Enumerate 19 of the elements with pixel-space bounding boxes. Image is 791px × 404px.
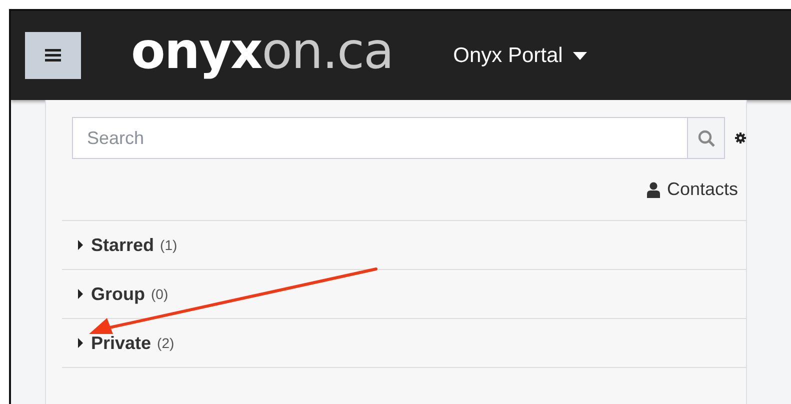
group-count: (2) [157,335,174,351]
search-field[interactable]: Search [72,117,687,159]
caret-icon [572,52,587,60]
search-button[interactable] [687,117,725,159]
person-icon [646,182,660,198]
group-count: (0) [151,286,168,302]
portal-dropdown[interactable]: Onyx Portal [453,44,587,68]
group-label: Group [91,284,145,304]
logo: onyxon.ca [131,22,394,80]
menu-icon [45,49,61,62]
search-icon [698,130,714,146]
group-count: (1) [160,237,178,253]
group-label: Starred [91,234,154,256]
group-row[interactable]: Group (0) [62,270,746,319]
contacts-link[interactable]: Contacts [646,179,738,200]
menu-button[interactable] [25,32,81,79]
group-row[interactable]: Starred (1) [62,221,746,270]
group-label: Private [91,332,152,354]
settings-icon[interactable] [735,130,746,146]
